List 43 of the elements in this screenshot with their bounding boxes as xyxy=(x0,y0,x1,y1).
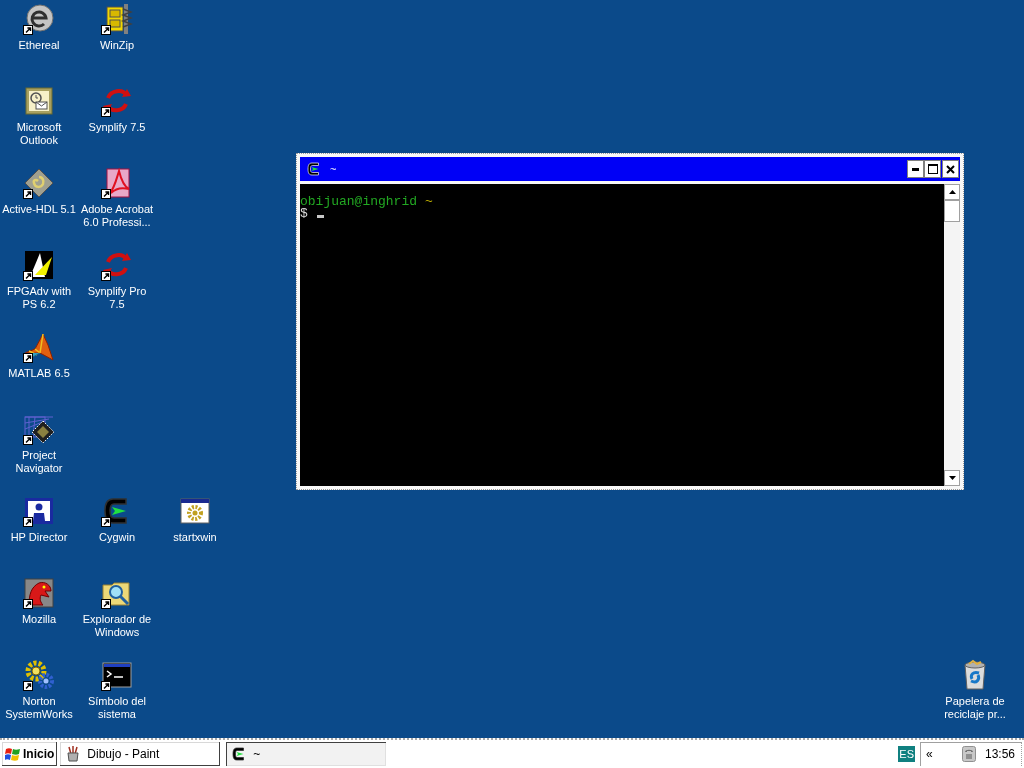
language-indicator[interactable]: ES xyxy=(898,746,915,762)
desktop-shortcut[interactable]: startxwin xyxy=(173,495,217,544)
terminal-text: ~ xyxy=(425,196,433,208)
maximize-button[interactable] xyxy=(924,160,941,178)
phone-icon[interactable] xyxy=(961,746,976,762)
brush-cup-icon xyxy=(65,746,82,762)
c-arrow-icon xyxy=(306,161,322,177)
close-button[interactable] xyxy=(942,160,959,178)
desktop-shortcut[interactable]: Synplify 7.5 xyxy=(88,85,146,134)
desktop-shortcut[interactable]: Cygwin xyxy=(98,495,136,544)
desktop-shortcut[interactable]: Papelera de reciclaje pr... xyxy=(937,659,1013,721)
start-button[interactable]: Inicio xyxy=(2,742,58,766)
scroll-up-button[interactable] xyxy=(944,184,960,200)
desktop-shortcut[interactable]: Project Navigator xyxy=(1,413,77,475)
desktop-shortcut[interactable]: Símbolo del sistema xyxy=(79,659,155,721)
desktop-shortcut[interactable]: Active-HDL 5.1 xyxy=(2,167,76,216)
maximize-icon xyxy=(927,164,938,174)
minimize-icon xyxy=(912,167,919,171)
desktop-shortcut[interactable]: MATLAB 6.5 xyxy=(8,331,70,380)
scroll-down-button[interactable] xyxy=(944,470,960,486)
tray-expand-button[interactable]: « xyxy=(925,747,934,761)
desktop-shortcut[interactable]: HP Director xyxy=(10,495,68,544)
desktop-shortcut[interactable]: Microsoft Outlook xyxy=(1,85,77,147)
up-arrow-icon xyxy=(948,190,956,194)
desktop-shortcut[interactable]: Explorador de Windows xyxy=(79,577,155,639)
desktop-shortcut[interactable]: Adobe Acrobat 6.0 Professi... xyxy=(79,167,155,229)
desktop-shortcut[interactable]: Mozilla xyxy=(21,577,57,626)
scrollbar-thumb[interactable] xyxy=(944,200,960,222)
taskbar-task[interactable]: ~ xyxy=(226,742,387,766)
terminal-text: $ xyxy=(300,208,308,220)
desktop-shortcut[interactable]: Ethereal xyxy=(18,3,60,52)
desktop-shortcut[interactable]: Synplify Pro 7.5 xyxy=(79,249,155,311)
desktop-shortcut[interactable]: FPGAdv with PS 6.2 xyxy=(1,249,77,311)
window-title: ~ xyxy=(330,162,337,176)
flag-icon xyxy=(5,746,21,762)
desktop-shortcut[interactable]: WinZip xyxy=(99,3,135,52)
clock: 13:56 xyxy=(984,746,1015,763)
down-arrow-icon xyxy=(948,476,956,480)
taskbar-task[interactable]: Dibujo - Paint xyxy=(60,742,221,766)
desktop-shortcut[interactable]: Norton SystemWorks xyxy=(1,659,77,721)
close-icon xyxy=(946,164,955,174)
terminal-text: obijuan@inghrid xyxy=(300,196,418,208)
minimize-button[interactable] xyxy=(907,160,924,178)
